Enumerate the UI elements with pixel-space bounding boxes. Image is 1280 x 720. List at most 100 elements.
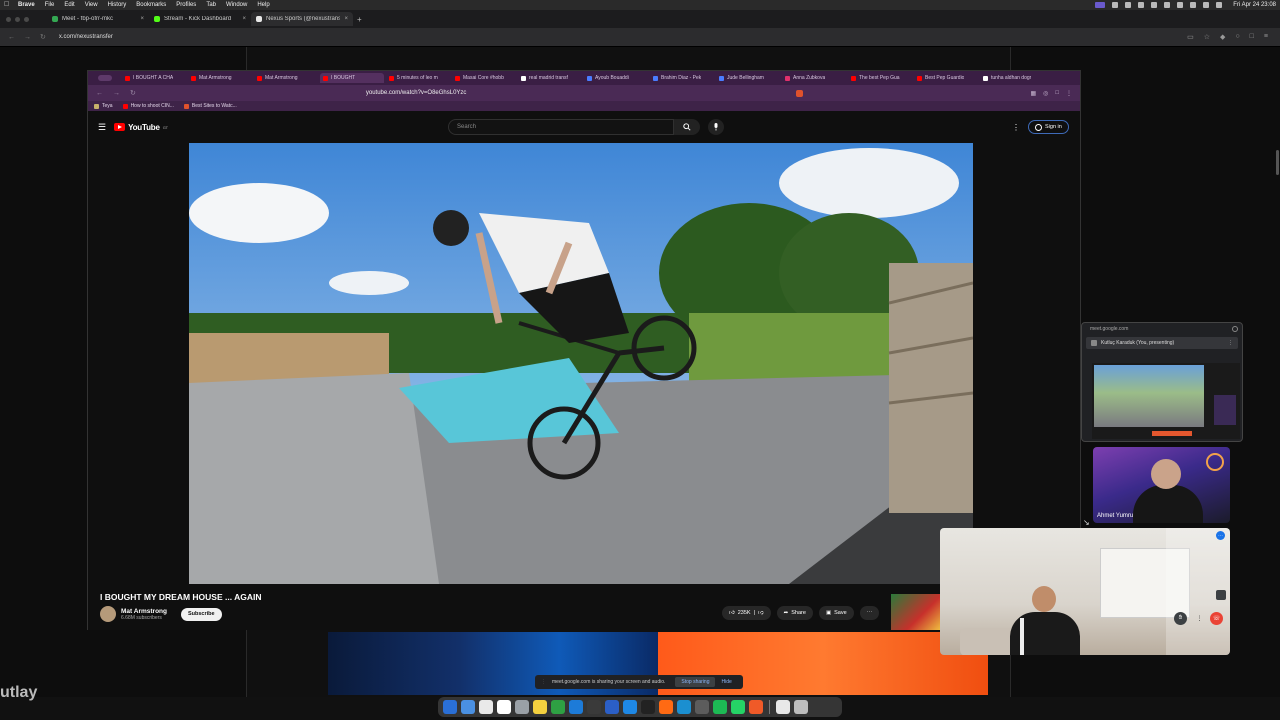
- inner-url[interactable]: youtube.com/watch?v=O8eGhsL0Yzc: [366, 90, 467, 96]
- more-options-icon[interactable]: ⋮: [1228, 340, 1233, 346]
- vscode-icon[interactable]: [623, 700, 637, 714]
- back-icon[interactable]: ←: [8, 34, 15, 41]
- more-icon[interactable]: ⋮: [1066, 90, 1072, 97]
- finder-icon[interactable]: [443, 700, 457, 714]
- sidebar-icon[interactable]: □: [1055, 90, 1059, 97]
- video-player[interactable]: [189, 143, 973, 584]
- search-button[interactable]: [674, 119, 700, 135]
- brave-shield-icon[interactable]: [796, 89, 804, 97]
- inner-tab[interactable]: Anna Zubkova: [782, 73, 846, 83]
- leo-icon[interactable]: ◎: [1043, 90, 1048, 97]
- wifi-icon[interactable]: [1190, 2, 1197, 8]
- more-options-icon[interactable]: ⋮: [1012, 123, 1020, 132]
- inner-tab[interactable]: Mat Armstrong: [188, 73, 252, 83]
- notes-icon[interactable]: [533, 700, 547, 714]
- participant-tile[interactable]: Ahmet Yumru: [1093, 447, 1230, 523]
- inner-tab-active[interactable]: I BOUGHT: [320, 73, 384, 83]
- documents-folder-icon[interactable]: [776, 700, 790, 714]
- channel-avatar[interactable]: [100, 606, 116, 622]
- tab-search-icon[interactable]: [98, 75, 112, 81]
- reload-icon[interactable]: ↻: [130, 89, 136, 97]
- hide-button[interactable]: Hide: [721, 679, 731, 685]
- menu-profiles[interactable]: Profiles: [176, 2, 196, 8]
- control-center-icon[interactable]: [1216, 2, 1223, 8]
- bookmark-item[interactable]: Teya: [94, 103, 113, 109]
- trash-icon[interactable]: [794, 700, 808, 714]
- outer-url[interactable]: x.com/nexustransfer: [59, 34, 113, 40]
- subscribe-button[interactable]: Subscribe: [180, 607, 222, 621]
- scrollbar[interactable]: [1276, 150, 1279, 175]
- inner-tab[interactable]: real madrid transf: [518, 73, 582, 83]
- menu-tab[interactable]: Tab: [206, 2, 216, 8]
- inner-tab[interactable]: Best Pep Guardio: [914, 73, 978, 83]
- search-icon[interactable]: [1203, 2, 1210, 8]
- menu-bookmarks[interactable]: Bookmarks: [136, 2, 166, 8]
- close-window-button[interactable]: [6, 16, 11, 22]
- bookmark-item[interactable]: Best Sites to Watc...: [183, 103, 237, 109]
- inner-tab[interactable]: Masai Core #hobb: [452, 73, 516, 83]
- status-icon[interactable]: [1125, 2, 1132, 8]
- whatsapp-icon[interactable]: [731, 700, 745, 714]
- youtube-logo[interactable]: YouTube GT: [114, 123, 168, 132]
- stop-sharing-button[interactable]: Stop sharing: [675, 677, 716, 687]
- app-store-icon[interactable]: [569, 700, 583, 714]
- inner-tab[interactable]: Brahim Diaz - Pek: [650, 73, 714, 83]
- menu-clock[interactable]: Fri Apr 24 23:08: [1233, 2, 1276, 8]
- terminal-icon[interactable]: [641, 700, 655, 714]
- menu-file[interactable]: File: [45, 2, 55, 8]
- cast-icon[interactable]: ▭: [1187, 33, 1194, 41]
- status-icon[interactable]: [1112, 2, 1119, 8]
- back-icon[interactable]: ←: [96, 90, 103, 97]
- forward-icon[interactable]: →: [113, 90, 120, 97]
- status-icon[interactable]: [1177, 2, 1184, 8]
- system-settings-icon[interactable]: [515, 700, 529, 714]
- leave-call-button[interactable]: ☏: [1210, 612, 1223, 625]
- safari-icon[interactable]: [461, 700, 475, 714]
- sidebar-icon[interactable]: □: [1250, 33, 1254, 41]
- spotify-icon[interactable]: [713, 700, 727, 714]
- inner-tab[interactable]: The best Pep Gua: [848, 73, 912, 83]
- menu-help[interactable]: Help: [257, 2, 269, 8]
- forward-icon[interactable]: →: [24, 34, 31, 41]
- photos-icon[interactable]: [479, 700, 493, 714]
- related-video-thumbnail[interactable]: [891, 594, 941, 630]
- menu-view[interactable]: View: [85, 2, 98, 8]
- raise-hand-button[interactable]: ✋︎: [1174, 612, 1187, 625]
- more-options-icon[interactable]: ⋮: [1193, 612, 1206, 625]
- app-icon[interactable]: [677, 700, 691, 714]
- share-button[interactable]: ➦ Share: [776, 606, 813, 620]
- like-button[interactable]: 👍︎ 235K | 👎︎: [722, 606, 771, 620]
- menu-icon[interactable]: ≡: [1264, 33, 1268, 41]
- sign-in-button[interactable]: Sign in: [1028, 120, 1069, 134]
- close-tab-icon[interactable]: ×: [242, 16, 246, 22]
- minimize-window-button[interactable]: [15, 16, 20, 22]
- apple-icon[interactable]: : [4, 1, 10, 8]
- brave-shield-icon[interactable]: ◆: [1220, 33, 1225, 41]
- more-actions-button[interactable]: ⋯: [859, 606, 880, 620]
- app-icon[interactable]: [605, 700, 619, 714]
- thumbs-down-icon[interactable]: 👎︎: [758, 610, 764, 616]
- inner-tab[interactable]: 5 minutes of leo m: [386, 73, 450, 83]
- channel-name[interactable]: Mat Armstrong: [121, 608, 167, 615]
- inner-tab[interactable]: Mat Armstrong: [254, 73, 318, 83]
- inner-tab[interactable]: I BOUGHT A CHA: [122, 73, 186, 83]
- menu-window[interactable]: Window: [226, 2, 247, 8]
- new-tab-icon[interactable]: +: [357, 15, 362, 24]
- inner-tab[interactable]: Jude Bellingham: [716, 73, 780, 83]
- maximize-window-button[interactable]: [24, 16, 29, 22]
- self-view-tile[interactable]: ⋯ ✋︎ ⋮ ☏: [940, 528, 1230, 655]
- inner-tab[interactable]: tunha aldhan dogr: [980, 73, 1044, 83]
- youtube-search-input[interactable]: Search: [448, 119, 674, 135]
- vpn-icon[interactable]: ○: [1235, 33, 1239, 41]
- hamburger-menu-icon[interactable]: ☰: [98, 122, 106, 133]
- drag-handle-icon[interactable]: ⋮: [541, 679, 546, 685]
- voice-search-button[interactable]: [708, 119, 724, 135]
- status-icon[interactable]: [1164, 2, 1171, 8]
- reload-icon[interactable]: ↻: [40, 33, 46, 41]
- outer-tab-meet[interactable]: Meet - fbp-ofrr-mkc ×: [47, 12, 149, 26]
- close-panel-icon[interactable]: [1232, 326, 1238, 332]
- screen-share-status-icon[interactable]: [1095, 2, 1106, 8]
- close-tab-icon[interactable]: ×: [344, 16, 348, 22]
- calendar-icon[interactable]: [497, 700, 511, 714]
- status-icon[interactable]: [1138, 2, 1145, 8]
